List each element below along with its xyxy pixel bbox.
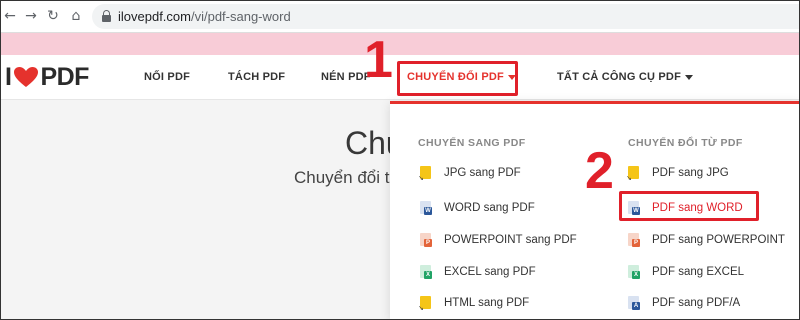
forward-icon[interactable]: →: [23, 8, 39, 24]
excel-icon: X: [628, 264, 641, 280]
back-icon[interactable]: ←: [2, 8, 18, 24]
menu-item-label: PDF sang JPG: [652, 167, 729, 179]
from-pdf-heading: CHUYỂN ĐỔI TỪ PDF: [628, 137, 743, 149]
menu-item-label: PDF sang POWERPOINT: [652, 234, 785, 246]
caret-down-icon: [684, 74, 693, 80]
page-subtitle: Chuyển đổi t: [294, 168, 390, 187]
menu-item-pdf-to-jpg[interactable]: ↘ PDF sang JPG: [626, 162, 729, 184]
nav-merge-pdf[interactable]: NỐI PDF: [144, 71, 190, 83]
html-icon: ↘: [418, 295, 433, 311]
logo-word: PDF: [40, 62, 89, 91]
pdfa-icon: A: [628, 295, 641, 311]
excel-icon: X: [420, 264, 433, 280]
menu-item-jpg-to-pdf[interactable]: ↘ JPG sang PDF: [418, 162, 521, 184]
menu-item-pdf-to-excel[interactable]: X PDF sang EXCEL: [628, 261, 744, 283]
url-path: /vi/pdf-sang-word: [190, 9, 291, 24]
url-text[interactable]: ilovepdf.com/vi/pdf-sang-word: [118, 9, 291, 24]
nav-split-pdf[interactable]: TÁCH PDF: [228, 71, 285, 83]
convert-dropdown-menu: CHUYỂN SANG PDF CHUYỂN ĐỔI TỪ PDF ↘ JPG …: [390, 101, 800, 320]
nav-all-tools[interactable]: TẤT CẢ CÔNG CỤ PDF: [557, 71, 693, 83]
menu-item-label: HTML sang PDF: [444, 297, 530, 309]
url-host: ilovepdf.com: [118, 9, 191, 24]
menu-item-label: EXCEL sang PDF: [444, 266, 536, 278]
to-pdf-heading: CHUYỂN SANG PDF: [418, 137, 526, 149]
menu-item-excel-to-pdf[interactable]: X EXCEL sang PDF: [420, 261, 536, 283]
address-bar[interactable]: ilovepdf.com/vi/pdf-sang-word: [92, 4, 800, 29]
reload-icon[interactable]: ↻: [45, 8, 61, 24]
site-header: I PDF NỐI PDF TÁCH PDF NÉN PDF CHUYỂN ĐỔ…: [0, 55, 800, 100]
word-icon: W: [420, 200, 433, 216]
menu-item-label: WORD sang PDF: [444, 202, 535, 214]
heart-icon: [14, 67, 39, 87]
menu-item-label: PDF sang EXCEL: [652, 266, 745, 278]
step-number-2: 2: [585, 142, 614, 200]
home-icon[interactable]: ⌂: [68, 8, 84, 24]
highlight-box-convert: [397, 61, 518, 96]
menu-item-label: POWERPOINT sang PDF: [444, 234, 577, 246]
menu-item-label: JPG sang PDF: [444, 167, 521, 179]
promo-strip: [0, 33, 800, 55]
jpg-icon: ↘: [418, 165, 433, 181]
ilovepdf-logo[interactable]: I PDF: [5, 62, 89, 91]
highlight-box-pdf-to-word: [619, 191, 759, 221]
menu-item-pdf-to-powerpoint[interactable]: P PDF sang POWERPOINT: [628, 229, 785, 251]
jpg-icon: ↘: [626, 165, 641, 181]
browser-toolbar: ← → ↻ ⌂ ilovepdf.com/vi/pdf-sang-word: [0, 0, 800, 33]
menu-item-pdf-to-pdfa[interactable]: A PDF sang PDF/A: [628, 292, 740, 314]
powerpoint-icon: P: [420, 232, 433, 248]
menu-item-word-to-pdf[interactable]: W WORD sang PDF: [420, 197, 535, 219]
menu-item-label: PDF sang PDF/A: [652, 297, 741, 309]
menu-item-powerpoint-to-pdf[interactable]: P POWERPOINT sang PDF: [420, 229, 577, 251]
lock-icon: [102, 10, 111, 22]
step-number-1: 1: [364, 31, 393, 89]
logo-letter: I: [5, 62, 12, 91]
powerpoint-icon: P: [628, 232, 641, 248]
nav-all-tools-label: TẤT CẢ CÔNG CỤ PDF: [557, 71, 681, 83]
menu-item-html-to-pdf[interactable]: ↘ HTML sang PDF: [418, 292, 530, 314]
browser-window: ← → ↻ ⌂ ilovepdf.com/vi/pdf-sang-word I …: [0, 0, 800, 320]
